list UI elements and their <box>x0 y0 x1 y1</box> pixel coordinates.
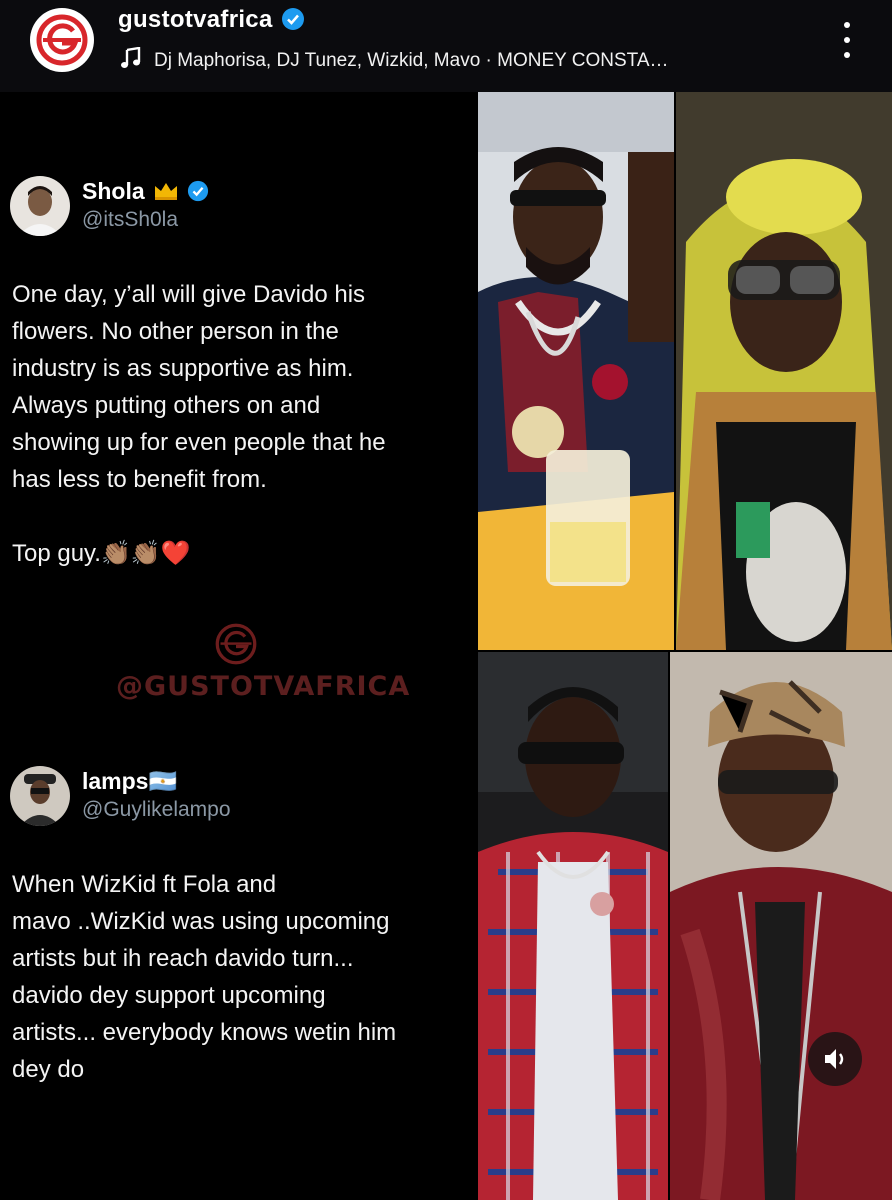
account-name[interactable]: gustotvafrica <box>118 6 305 34</box>
tweet-line: Always putting others on and <box>12 392 321 419</box>
tweet-line: showing up for even people that he <box>12 429 386 456</box>
photo-yellow-hood <box>676 92 892 650</box>
audio-track[interactable]: Dj Maphorisa, DJ Tunez, Wizkid, Mavo · M… <box>120 47 669 72</box>
post-image: Shola @itsSh0la One day, y’all will give… <box>0 92 892 1200</box>
crown-icon <box>155 183 178 200</box>
tweet-author: lamps🇦🇷 <box>82 768 178 794</box>
volume-icon[interactable] <box>808 1032 862 1086</box>
tweet-line: artists... everybody knows wetin him <box>12 1019 397 1046</box>
song-title: Dj Maphorisa, DJ Tunez, Wizkid, Mavo · M… <box>154 50 669 71</box>
tweet-line: artists but ih reach davido turn... <box>12 945 354 972</box>
watermark-text: @GUSTOTVAFRICA <box>116 671 411 702</box>
tweet-text: One day, y’all will give Davido his flow… <box>12 276 467 572</box>
tweet-avatar <box>10 766 70 826</box>
tweet-avatar <box>10 176 70 236</box>
photo-wizkid <box>478 652 668 1200</box>
tweet-line: davido dey support upcoming <box>12 982 326 1009</box>
tweet-line: dey do <box>12 1056 85 1083</box>
tweet-line: has less to benefit from. <box>12 466 267 493</box>
verified-badge-icon <box>188 180 209 202</box>
post-header: gustotvafrica Dj Maphorisa, DJ Tunez, Wi… <box>0 0 892 92</box>
watermark: @GUSTOTVAFRICA <box>116 622 411 702</box>
gustotv-logo-icon <box>36 14 88 66</box>
tweet-closing: Top guy.👏🏽👏🏽❤️ <box>12 540 191 567</box>
music-note-icon <box>121 47 141 68</box>
verified-badge-icon <box>281 8 304 30</box>
tweet-handle: @Guylikelampo <box>82 798 231 821</box>
tweet-text: When WizKid ft Fola and mavo ..WizKid wa… <box>12 866 467 1088</box>
tweet-line: One day, y’all will give Davido his <box>12 281 366 308</box>
photo-davido <box>478 92 674 650</box>
watermark-logo-icon <box>215 623 257 665</box>
tweet-line: When WizKid ft Fola and <box>12 871 277 898</box>
more-options-icon[interactable] <box>832 20 862 60</box>
tweet-line: mavo ..WizKid was using upcoming <box>12 908 390 935</box>
tweet-author: Shola <box>82 178 209 205</box>
tweet-line: industry is as supportive as him. <box>12 355 354 382</box>
account-avatar[interactable] <box>30 8 94 72</box>
photo-mavo <box>670 652 892 1200</box>
tweet-line: flowers. No other person in the <box>12 318 339 345</box>
tweet-author-name: Shola <box>82 178 145 204</box>
tweet-handle: @itsSh0la <box>82 208 179 231</box>
account-name-text: gustotvafrica <box>118 6 273 33</box>
